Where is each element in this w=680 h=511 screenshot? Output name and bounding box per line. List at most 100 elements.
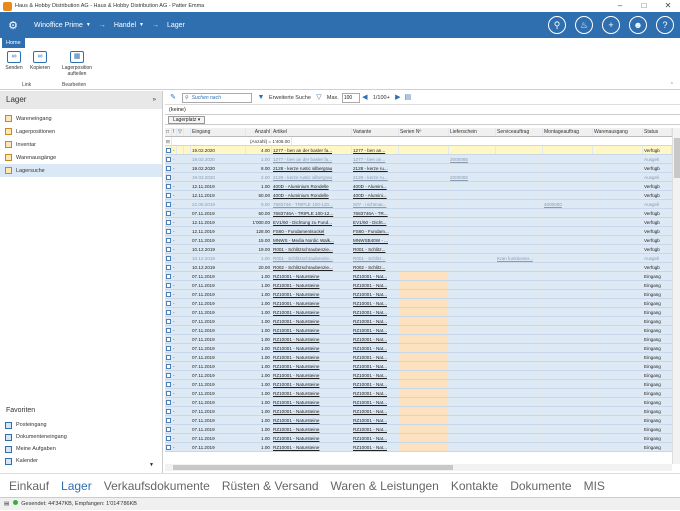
col-artikel[interactable]: Artikel — [272, 128, 352, 136]
cell-artikel[interactable]: 2128 - kerze rustic silbergrau — [272, 164, 352, 172]
expand-icon[interactable]: ⊟ — [165, 137, 172, 145]
cell-artikel[interactable]: RZ10001 - Natursteine — [272, 407, 352, 415]
cell-artikel[interactable]: RZ10001 - Natursteine — [272, 317, 352, 325]
cell-serviceauftrag[interactable] — [496, 272, 543, 280]
cell-lieferschein[interactable] — [449, 443, 496, 451]
split-position-button[interactable]: ▦ Lagerposition aufteilen — [58, 51, 96, 77]
cell-variante[interactable]: R001 - Schlitz... — [352, 245, 399, 253]
table-row[interactable]: -07.11.2019 1.00 RZ10001 - Natursteine RZ10… — [165, 443, 672, 452]
cell-variante[interactable]: RZ10001 - Nat... — [352, 362, 399, 370]
row-edit-icon[interactable] — [165, 146, 172, 154]
cell-serviceauftrag[interactable]: Kran funktionier... — [496, 254, 543, 262]
cell-artikel[interactable]: RZ10001 - Natursteine — [272, 443, 352, 451]
module-tab[interactable]: MIS — [584, 479, 605, 493]
table-row[interactable]: -07.11.2019 1.00 RZ10001 - Natursteine RZ10… — [165, 344, 672, 353]
cell-variante[interactable]: RZ10001 - Nat... — [352, 380, 399, 388]
table-row[interactable]: -19.02.2020 4.00 1277 - ben an der basler … — [165, 146, 672, 155]
cell-lieferschein[interactable] — [449, 407, 496, 415]
row-edit-icon[interactable] — [165, 218, 172, 226]
row-edit-icon[interactable] — [165, 245, 172, 253]
cell-variante[interactable]: RZ10001 - Nat... — [352, 335, 399, 343]
table-row[interactable]: -07.11.2019 1.00 RZ10001 - Natursteine RZ10… — [165, 353, 672, 362]
cell-lieferschein[interactable] — [449, 425, 496, 433]
cell-lieferschein[interactable] — [449, 299, 496, 307]
cell-serviceauftrag[interactable] — [496, 326, 543, 334]
row-edit-icon[interactable] — [165, 263, 172, 271]
cell-variante[interactable]: 400D - Alumini... — [352, 182, 399, 190]
cell-artikel[interactable]: R001 - Schlitzschraubenzie... — [272, 245, 352, 253]
cell-artikel[interactable]: 7683746 - TRIPLE 100-120... — [272, 200, 352, 208]
cell-montageauftrag[interactable] — [543, 434, 593, 442]
col-status[interactable]: Status — [643, 128, 672, 136]
chevron-down-icon[interactable]: ▼ — [139, 22, 144, 28]
cell-lieferschein[interactable] — [449, 362, 496, 370]
cell-montageauftrag[interactable] — [543, 254, 593, 262]
tab-home[interactable]: Home — [2, 38, 25, 48]
table-row[interactable]: -07.11.2019 1.00 RZ10001 - Natursteine RZ10… — [165, 371, 672, 380]
row-edit-icon[interactable] — [165, 209, 172, 217]
cell-lieferschein[interactable] — [449, 326, 496, 334]
table-row[interactable]: -10.12.2019 20.00 R002 - Schlitzschraubenz… — [165, 263, 672, 272]
row-edit-icon[interactable] — [165, 200, 172, 208]
row-edit-icon[interactable] — [165, 326, 172, 334]
table-row[interactable]: -07.11.2019 1.00 RZ10001 - Natursteine RZ10… — [165, 416, 672, 425]
col-lieferschein[interactable]: Lieferschein — [449, 128, 496, 136]
cell-lieferschein[interactable] — [449, 380, 496, 388]
cell-lieferschein[interactable] — [449, 263, 496, 271]
row-edit-icon[interactable] — [165, 299, 172, 307]
collapse-ribbon-icon[interactable]: ⌃ — [670, 82, 674, 88]
table-row[interactable]: -12.11.2019 128.00 FS60 - Fundamentsockel F… — [165, 227, 672, 236]
export-icon[interactable]: ▤ — [403, 93, 413, 103]
cell-montageauftrag[interactable]: 4000000 — [543, 200, 593, 208]
cell-montageauftrag[interactable] — [543, 227, 593, 235]
module-tab[interactable]: Verkaufsdokumente — [104, 479, 210, 493]
send-button[interactable]: ∞ Senden — [4, 51, 24, 71]
cell-artikel[interactable]: RZ10001 - Natursteine — [272, 380, 352, 388]
breadcrumb-app[interactable]: Winoffice Prime — [34, 22, 83, 29]
cell-variante[interactable]: RZ10001 - Nat... — [352, 425, 399, 433]
cell-serviceauftrag[interactable] — [496, 317, 543, 325]
table-row[interactable]: -07.11.2019 1.00 RZ10001 - Natursteine RZ10… — [165, 434, 672, 443]
cell-montageauftrag[interactable] — [543, 335, 593, 343]
cell-lieferschein[interactable] — [449, 335, 496, 343]
cell-variante[interactable]: EV1/60 - Dicht... — [352, 218, 399, 226]
cell-lieferschein[interactable] — [449, 281, 496, 289]
cell-variante[interactable]: 1277 - ben an... — [352, 146, 399, 154]
table-row[interactable]: -07.11.2019 1.00 RZ10001 - Natursteine RZ10… — [165, 362, 672, 371]
cell-montageauftrag[interactable] — [543, 191, 593, 199]
cell-artikel[interactable]: RZ10001 - Natursteine — [272, 335, 352, 343]
sidebar-item[interactable]: Warenausgänge — [0, 151, 162, 164]
group-chip-lagerplatz[interactable]: Lagerplatz ▾ — [168, 115, 206, 124]
cell-montageauftrag[interactable] — [543, 353, 593, 361]
cell-variante[interactable]: RZ10001 - Nat... — [352, 308, 399, 316]
cell-montageauftrag[interactable] — [543, 299, 593, 307]
row-edit-icon[interactable] — [165, 164, 172, 172]
cell-lieferschein[interactable] — [449, 389, 496, 397]
table-row[interactable]: -12.11.2019 50.00 400D - Aluminium Rondell… — [165, 191, 672, 200]
cell-serviceauftrag[interactable] — [496, 200, 543, 208]
cell-variante[interactable]: R002 - Schlitz... — [352, 263, 399, 271]
table-row[interactable]: -07.11.2019 1.00 RZ10001 - Natursteine RZ10… — [165, 290, 672, 299]
cell-montageauftrag[interactable] — [543, 407, 593, 415]
row-edit-icon[interactable] — [165, 335, 172, 343]
cell-variante[interactable]: FS60 - Fundam... — [352, 227, 399, 235]
cell-lieferschein[interactable] — [449, 146, 496, 154]
table-row[interactable]: -07.11.2019 1.00 RZ10001 - Natursteine RZ10… — [165, 299, 672, 308]
cell-montageauftrag[interactable] — [543, 281, 593, 289]
cell-variante[interactable]: RZ10001 - Nat... — [352, 407, 399, 415]
cell-lieferschein[interactable]: 2000065 — [449, 155, 496, 163]
add-icon[interactable]: + — [602, 16, 620, 34]
scroll-thumb[interactable] — [173, 465, 453, 470]
col-serien[interactable]: Serien Nº — [399, 128, 449, 136]
cell-artikel[interactable]: R002 - Schlitzschraubenzie... — [272, 263, 352, 271]
close-icon[interactable]: ✕ — [656, 0, 680, 12]
cell-lieferschein[interactable] — [449, 272, 496, 280]
row-edit-icon[interactable] — [165, 398, 172, 406]
row-edit-icon[interactable] — [165, 353, 172, 361]
cell-montageauftrag[interactable] — [543, 344, 593, 352]
cell-serviceauftrag[interactable] — [496, 290, 543, 298]
table-row[interactable]: -19.02.2020 1.00 1277 - ben an der basler … — [165, 155, 672, 164]
cell-lieferschein[interactable] — [449, 434, 496, 442]
cell-variante[interactable]: RZ10001 - Nat... — [352, 353, 399, 361]
max-select[interactable]: 100 — [341, 92, 360, 103]
